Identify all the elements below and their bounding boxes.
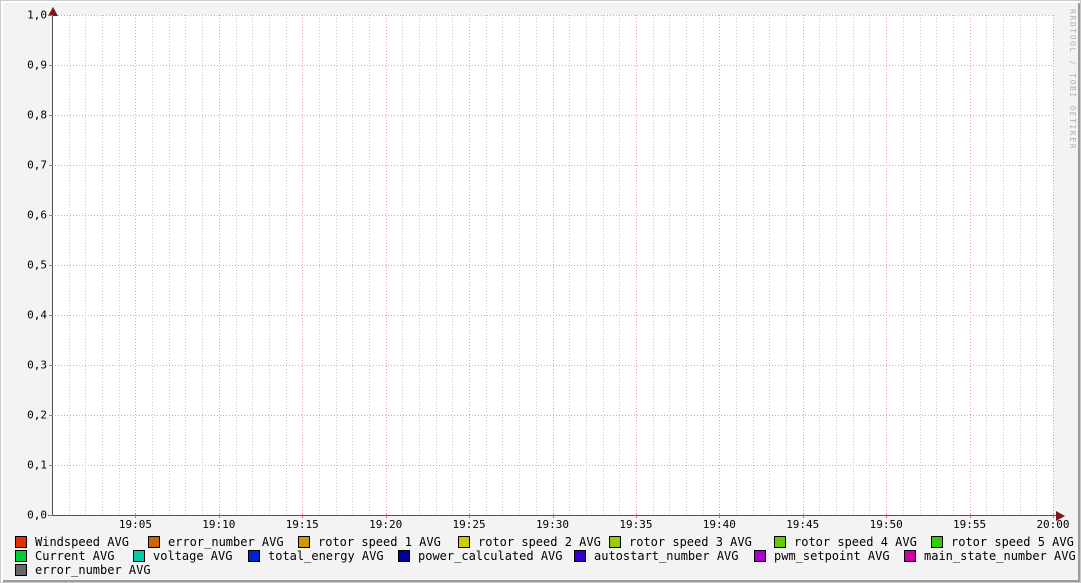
y-axis-tick-label: 0,7 — [27, 158, 47, 172]
legend-item-label: total_energy AVG — [268, 548, 384, 563]
legend-item: rotor speed 5 AVG — [931, 534, 1074, 549]
y-axis-tick-label: 0,6 — [27, 208, 47, 222]
y-axis-major-tick — [49, 265, 53, 266]
legend-color-swatch-icon — [774, 535, 786, 548]
legend-item: rotor speed 3 AVG — [609, 534, 752, 549]
legend-color-swatch-icon — [398, 549, 410, 562]
x-axis-tick-label: 19:25 — [452, 518, 486, 531]
x-axis-tick-label: 19:30 — [535, 518, 570, 531]
legend-color-swatch-icon — [148, 535, 160, 548]
x-axis-tick-label: 19:15 — [285, 518, 319, 531]
gridline-major-horizontal — [52, 415, 1053, 416]
y-axis-major-tick — [49, 465, 53, 466]
legend-item-label: rotor speed 5 AVG — [951, 534, 1074, 549]
x-axis-tick-label: 20:00 — [1036, 518, 1070, 531]
x-axis-line — [48, 515, 1059, 516]
y-axis-tick-label: 0,0 — [27, 508, 47, 522]
legend-row: Windspeed AVG error_number AVG rotor speed… — [1, 534, 1080, 549]
rrdtool-graph: RRDTOOL / TOBI OETIKER 1,0 0,9 0,8 0,7 0,6 0,… — [0, 0, 1081, 583]
legend-item-label: rotor speed 4 AVG — [794, 534, 917, 549]
y-axis-tick-label: 0,3 — [27, 358, 47, 372]
legend-item: rotor speed 1 AVG — [298, 534, 441, 549]
legend-item: Current AVG — [15, 548, 115, 563]
y-axis-major-tick — [49, 115, 53, 116]
y-axis-tick-label: 1,0 — [27, 8, 47, 22]
legend-item: rotor speed 2 AVG — [458, 534, 601, 549]
y-axis-tick-label: 0,8 — [27, 108, 47, 122]
legend-row: error_number AVG — [1, 562, 1080, 577]
legend-item-label: error_number AVG — [168, 534, 284, 549]
legend-item: error_number AVG — [15, 562, 151, 577]
legend-item: pwm_setpoint AVG — [754, 548, 890, 563]
legend-color-swatch-icon — [248, 549, 260, 562]
y-axis-tick-label: 0,5 — [27, 258, 47, 272]
plot-area — [52, 15, 1054, 515]
gridline-major-vertical — [1053, 15, 1054, 515]
legend-item: total_energy AVG — [248, 548, 384, 563]
legend-item: autostart_number AVG — [574, 548, 739, 563]
legend-item-label: main_state_number AVG — [924, 548, 1076, 563]
legend-item: voltage AVG — [133, 548, 233, 563]
legend-color-swatch-icon — [15, 535, 27, 548]
legend-item-label: rotor speed 2 AVG — [478, 534, 601, 549]
y-axis-line — [52, 11, 53, 516]
x-axis-tick-label: 19:40 — [702, 518, 736, 531]
gridline-major-horizontal — [52, 315, 1053, 316]
legend-item: Windspeed AVG — [15, 534, 129, 549]
y-axis-major-tick — [49, 65, 53, 66]
legend-item: power_calculated AVG — [398, 548, 563, 563]
y-axis-major-tick — [49, 415, 53, 416]
legend-color-swatch-icon — [574, 549, 586, 562]
y-axis-major-tick — [49, 215, 53, 216]
legend-item: error_number AVG — [148, 534, 284, 549]
y-axis-tick-label: 0,9 — [27, 58, 47, 72]
x-axis-tick-label: 19:35 — [619, 518, 653, 531]
gridline-major-horizontal — [52, 265, 1053, 266]
legend-color-swatch-icon — [15, 563, 27, 576]
legend-color-swatch-icon — [904, 549, 916, 562]
legend-item-label: power_calculated AVG — [418, 548, 563, 563]
y-axis-major-tick — [49, 165, 53, 166]
rrdtool-watermark: RRDTOOL / TOBI OETIKER — [1068, 9, 1077, 151]
legend-color-swatch-icon — [15, 549, 27, 562]
legend-color-swatch-icon — [458, 535, 470, 548]
legend-item-label: error_number AVG — [35, 562, 151, 577]
gridline-major-horizontal — [52, 115, 1053, 116]
y-axis-tick-label: 0,4 — [27, 308, 47, 322]
gridline-major-horizontal — [52, 165, 1053, 166]
y-axis-major-tick — [49, 315, 53, 316]
gridline-major-horizontal — [52, 15, 1053, 16]
legend-item-label: pwm_setpoint AVG — [774, 548, 890, 563]
legend-color-swatch-icon — [931, 535, 943, 548]
gridline-major-horizontal — [52, 65, 1053, 66]
legend-item: main_state_number AVG — [904, 548, 1076, 563]
x-axis-tick-label: 19:55 — [953, 518, 987, 531]
legend-color-swatch-icon — [754, 549, 766, 562]
x-axis-tick-label: 19:05 — [118, 518, 152, 531]
legend-item-label: Current AVG — [35, 548, 115, 563]
x-axis-tick-label: 19:20 — [369, 518, 403, 531]
legend-color-swatch-icon — [133, 549, 145, 562]
legend-item: rotor speed 4 AVG — [774, 534, 917, 549]
gridline-major-horizontal — [52, 365, 1053, 366]
gridline-major-horizontal — [52, 215, 1053, 216]
x-axis-tick-label: 19:10 — [202, 518, 236, 531]
legend-row: Current AVG voltage AVG total_energy AVG po… — [1, 548, 1080, 563]
legend-item-label: rotor speed 1 AVG — [318, 534, 441, 549]
y-axis-tick-label: 0,1 — [27, 458, 47, 472]
legend-color-swatch-icon — [298, 535, 310, 548]
y-axis-tick-label: 0,2 — [27, 408, 47, 422]
legend-item-label: rotor speed 3 AVG — [629, 534, 752, 549]
x-axis-tick-label: 19:50 — [869, 518, 903, 531]
legend-item-label: Windspeed AVG — [35, 534, 129, 549]
legend-item-label: autostart_number AVG — [594, 548, 739, 563]
legend-color-swatch-icon — [609, 535, 621, 548]
x-axis-tick-label: 19:45 — [786, 518, 820, 531]
y-axis-major-tick — [49, 15, 53, 16]
y-axis-major-tick — [49, 515, 53, 516]
y-axis-major-tick — [49, 365, 53, 366]
legend-item-label: voltage AVG — [153, 548, 233, 563]
gridline-major-horizontal — [52, 465, 1053, 466]
